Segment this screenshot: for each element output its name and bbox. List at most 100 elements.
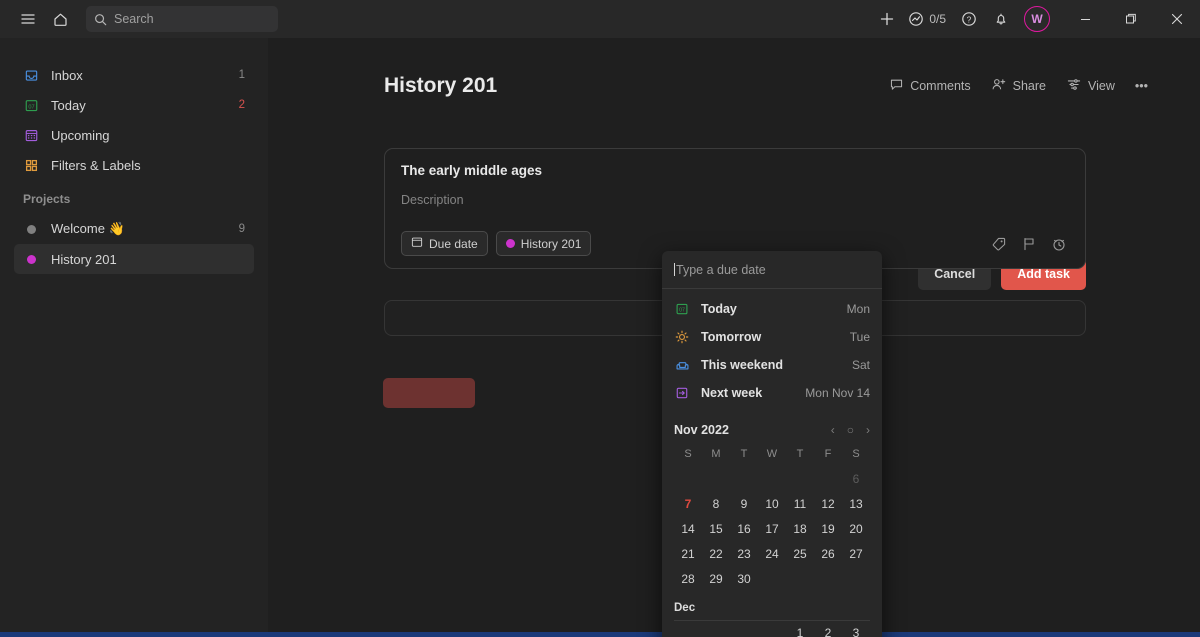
view-button[interactable]: View [1058,72,1123,100]
calendar-day[interactable]: 30 [730,567,758,592]
calendar-day[interactable]: 13 [842,492,870,517]
secondary-add-task-button[interactable] [383,378,475,408]
calendar-day[interactable]: 15 [702,517,730,542]
calendar-day[interactable]: 7 [674,492,702,517]
minimize-button[interactable] [1062,0,1108,38]
calendar-day[interactable]: 22 [702,542,730,567]
page-title: History 201 [384,74,498,97]
calendar-day[interactable]: 3 [842,621,870,637]
calendar-day[interactable]: 27 [842,542,870,567]
due-date-text-input[interactable]: Type a due date [662,251,882,289]
due-date-chip-label: Due date [429,236,478,251]
calendar-dow: T [740,448,748,460]
calendar-dow: T [796,448,804,460]
view-label: View [1087,79,1115,93]
calendar-day[interactable]: 21 [674,542,702,567]
comments-label: Comments [910,79,971,93]
calendar-day[interactable]: 24 [758,542,786,567]
calendar-day[interactable]: 19 [814,517,842,542]
main-header: History 201 Comments Share View ••• [268,38,1200,104]
calendar-day[interactable]: 10 [758,492,786,517]
sidebar-item-upcoming[interactable]: Upcoming [14,120,254,150]
calendar-day[interactable]: 20 [842,517,870,542]
priority-flag-icon[interactable] [1019,234,1039,254]
task-title-input[interactable]: The early middle ages [401,163,1069,178]
quick-option-next-week[interactable]: Next week Mon Nov 14 [662,379,882,407]
calendar-day[interactable]: 12 [814,492,842,517]
window-controls [1062,0,1200,38]
quick-option-hint: Mon Nov 14 [805,386,870,400]
sidebar-item-inbox[interactable]: Inbox 1 [14,60,254,90]
maximize-restore-button[interactable] [1108,0,1154,38]
calendar-day-empty [842,567,870,592]
label-tag-icon[interactable] [989,234,1009,254]
svg-text:07: 07 [28,104,34,110]
title-bar-left: Search [0,5,278,33]
calendar-day[interactable]: 2 [814,621,842,637]
sidebar-project-count: 9 [238,223,245,235]
sidebar-project-history-201[interactable]: History 201 [14,244,254,274]
calendar-dow: F [824,448,832,460]
calendar-day-empty [758,467,786,492]
search-input[interactable]: Search [86,6,278,32]
help-icon[interactable]: ? [954,4,984,34]
calendar-header: Nov 2022 ‹ ○ › [674,419,870,441]
sidebar-item-label: Inbox [51,67,83,83]
next-week-arrow-icon [674,385,690,401]
calendar-month-label: Nov 2022 [674,423,729,437]
project-dot-icon [23,251,39,267]
calendar-day-empty [814,467,842,492]
productivity-button[interactable]: 0/5 [904,4,952,34]
quick-option-today[interactable]: 07 Today Mon [662,295,882,323]
close-button[interactable] [1154,0,1200,38]
sidebar-item-filters-labels[interactable]: Filters & Labels [14,150,254,180]
comments-button[interactable]: Comments [881,72,978,100]
calendar-day[interactable]: 9 [730,492,758,517]
home-icon[interactable] [46,5,74,33]
calendar-day[interactable]: 1 [786,621,814,637]
more-options-icon[interactable]: ••• [1127,74,1156,98]
project-chip[interactable]: History 201 [495,231,592,256]
calendar-day[interactable]: 28 [674,567,702,592]
calendar-today-dot-icon[interactable]: ○ [847,424,854,436]
svg-text:07: 07 [679,308,685,314]
today-calendar-icon: 07 [23,97,39,113]
sofa-icon [674,357,690,373]
avatar[interactable]: W [1024,6,1050,32]
sidebar-item-label: Today [51,97,86,113]
calendar-next-icon[interactable]: › [866,424,870,436]
calendar-day-empty [758,621,786,637]
calendar-day[interactable]: 11 [786,492,814,517]
calendar-day[interactable]: 26 [814,542,842,567]
calendar-day[interactable]: 17 [758,517,786,542]
calendar-day-empty [674,621,702,637]
calendar-day[interactable]: 16 [730,517,758,542]
calendar-day[interactable]: 25 [786,542,814,567]
quick-option-hint: Tue [849,330,870,344]
due-date-chip[interactable]: Due date [401,231,488,256]
quick-option-this-weekend[interactable]: This weekend Sat [662,351,882,379]
hamburger-icon[interactable] [14,5,42,33]
add-task-plus-icon[interactable] [872,4,902,34]
notifications-bell-icon[interactable] [986,4,1016,34]
taskbar-strip [0,632,1200,637]
sidebar-project-welcome[interactable]: Welcome 👋 9 [14,214,254,244]
calendar-day[interactable]: 18 [786,517,814,542]
task-description-input[interactable]: Description [401,193,1069,207]
sidebar-item-label: Filters & Labels [51,157,141,173]
calendar-day[interactable]: 6 [842,467,870,492]
reminder-alarm-icon[interactable] [1049,234,1069,254]
projects-section-title: Projects [23,192,71,206]
calendar-day[interactable]: 8 [702,492,730,517]
sidebar-item-today[interactable]: 07 Today 2 [14,90,254,120]
due-date-dropdown: Type a due date 07 Today Mon Tomorrow Tu… [662,251,882,637]
quick-option-tomorrow[interactable]: Tomorrow Tue [662,323,882,351]
calendar-day-empty [674,467,702,492]
share-button[interactable]: Share [983,72,1054,100]
productivity-chart-icon [909,12,924,26]
quick-option-label: Today [701,302,737,316]
calendar-prev-icon[interactable]: ‹ [831,424,835,436]
calendar-day[interactable]: 29 [702,567,730,592]
calendar-day[interactable]: 14 [674,517,702,542]
calendar-day[interactable]: 23 [730,542,758,567]
